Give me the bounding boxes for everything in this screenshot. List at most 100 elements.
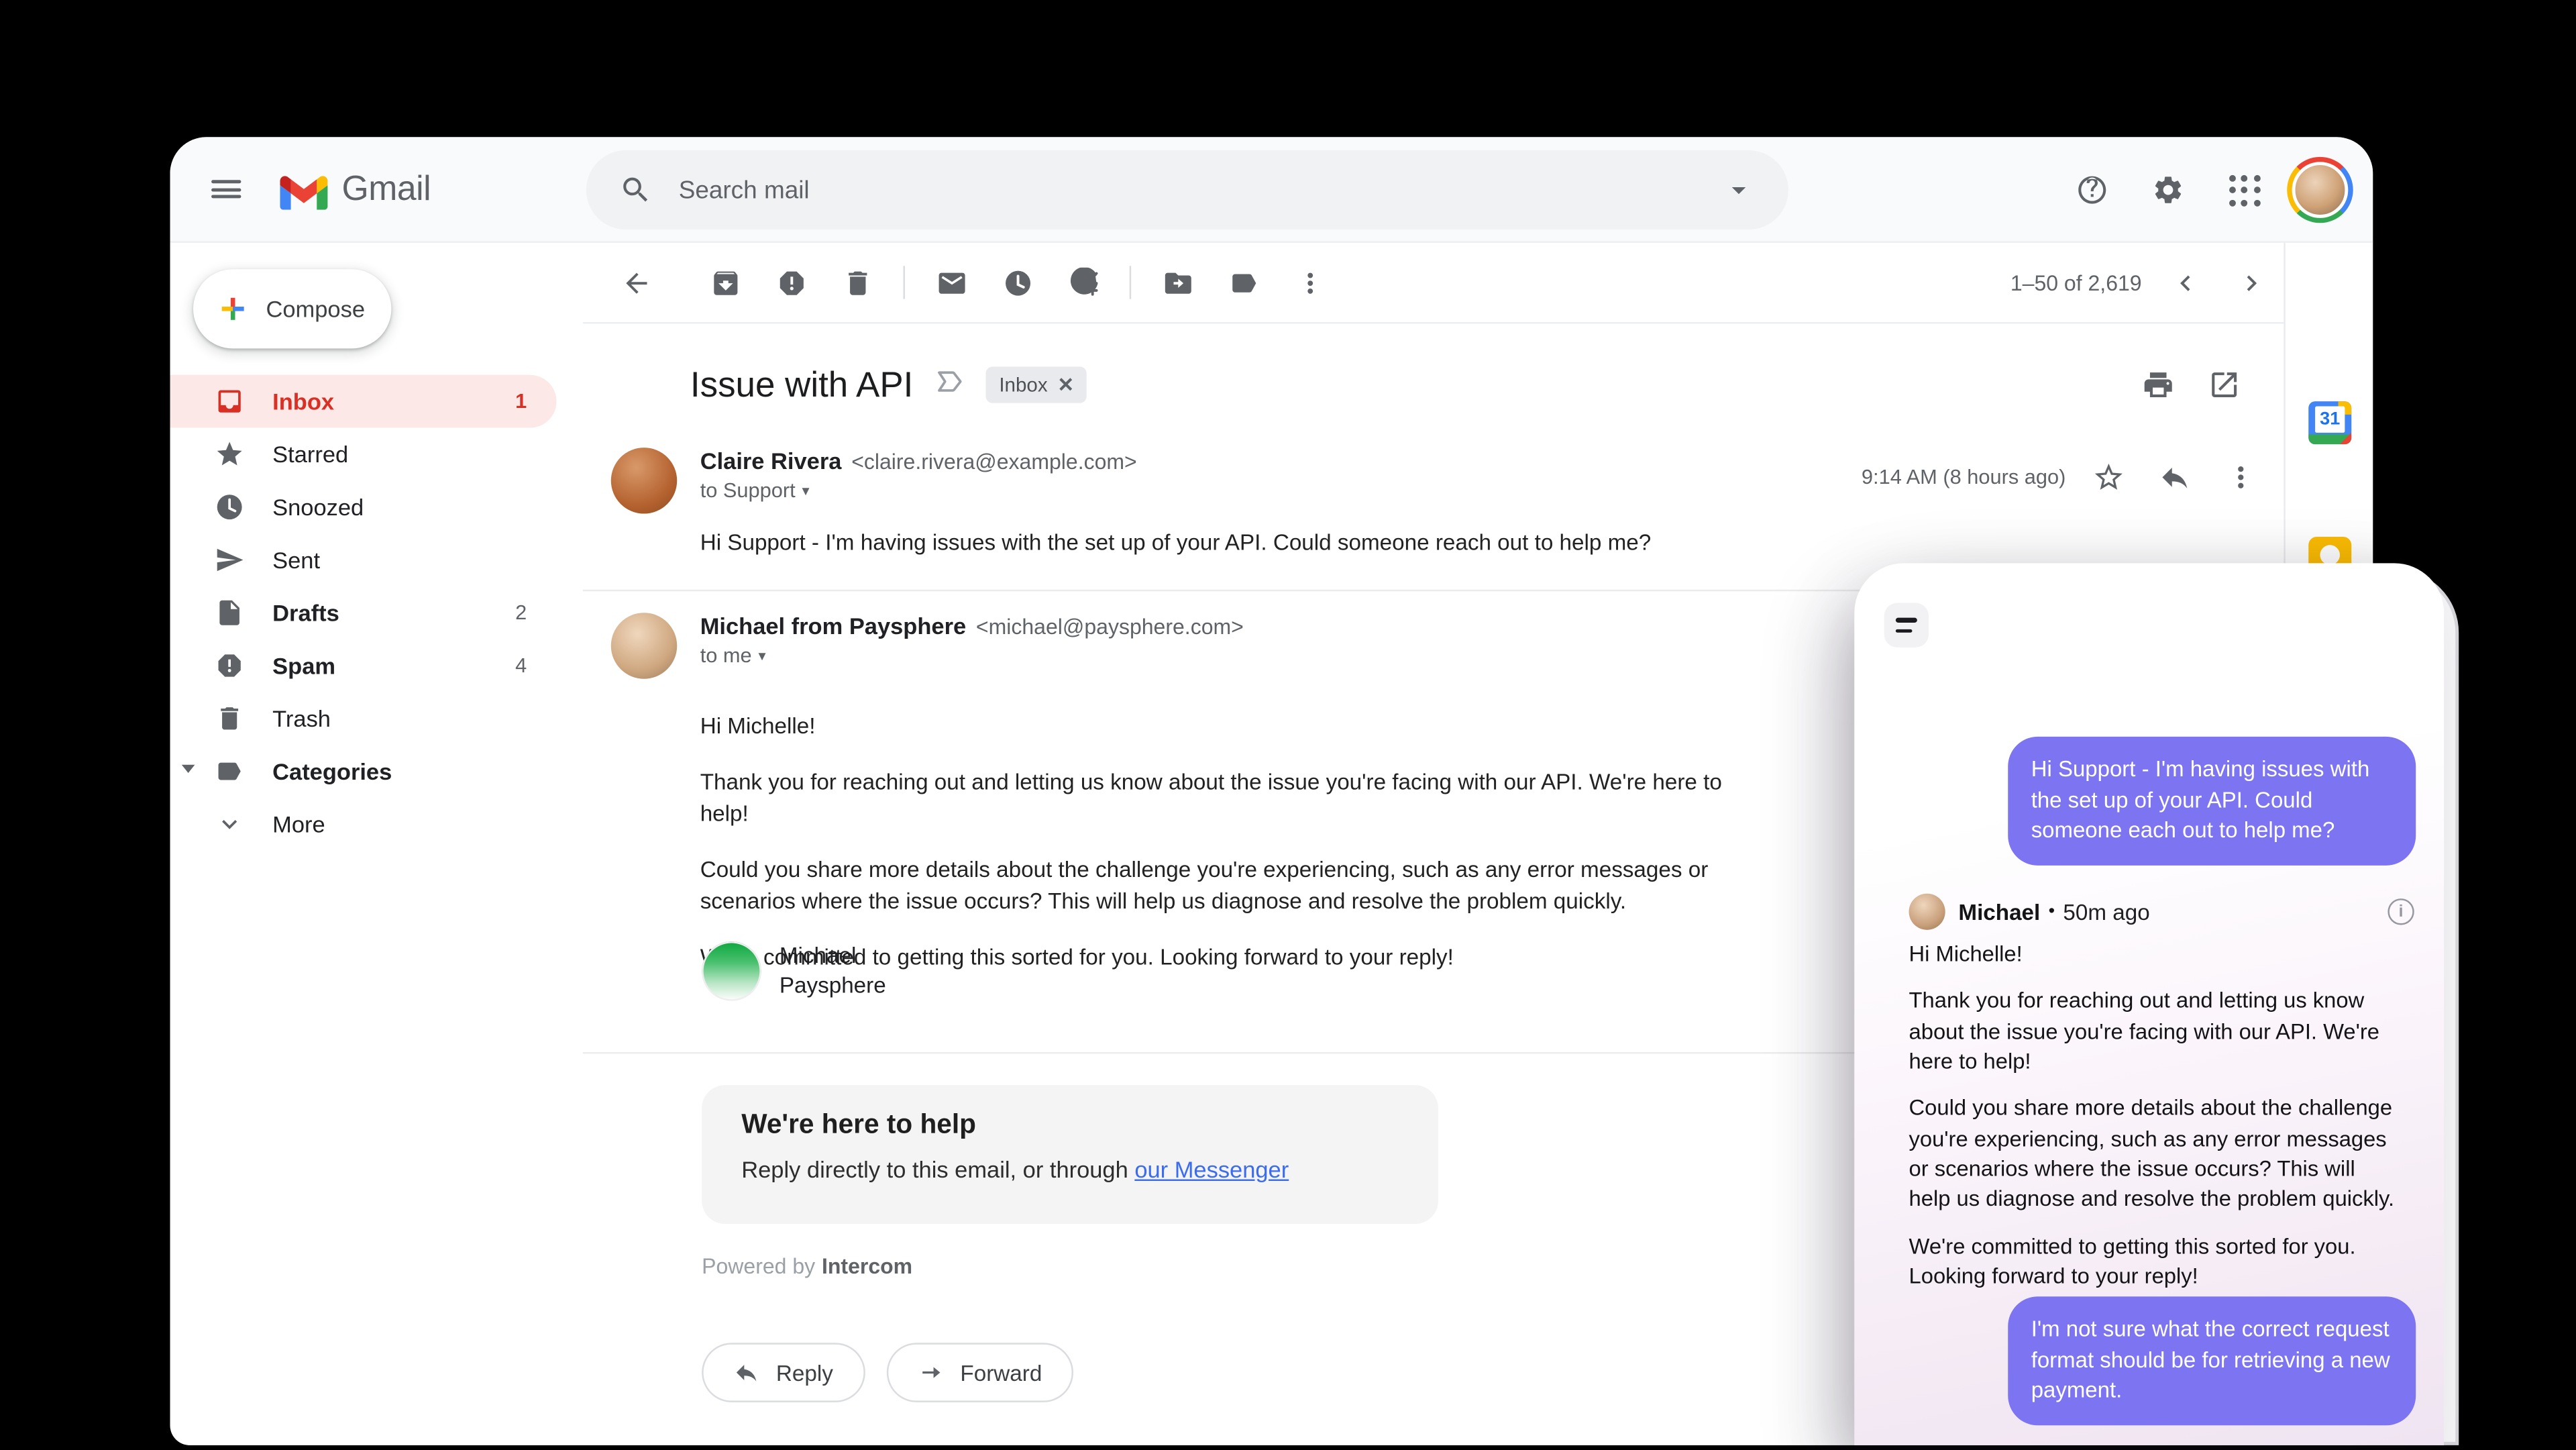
- help-box-body: Reply directly to this email, or through…: [741, 1156, 1399, 1182]
- compose-button[interactable]: Compose: [193, 269, 391, 348]
- remove-label-icon[interactable]: ✕: [1057, 373, 1074, 396]
- label-icon: [213, 755, 246, 788]
- compose-label: Compose: [266, 296, 365, 322]
- forward-button[interactable]: Forward: [886, 1343, 1073, 1402]
- message-body-claire: Hi Support - I'm having issues with the …: [700, 527, 1823, 559]
- older-chevron-icon[interactable]: [2218, 250, 2284, 315]
- header-actions: [2059, 157, 2353, 223]
- signature-company: Paysphere: [780, 972, 886, 1002]
- expand-caret-icon[interactable]: [182, 765, 195, 773]
- gmail-logo: Gmail: [279, 169, 431, 209]
- recipient-caret-icon: ▾: [758, 647, 765, 665]
- sidebar-item-more[interactable]: More: [170, 798, 557, 851]
- sidebar-item-trash[interactable]: Trash: [170, 692, 557, 745]
- user-avatar[interactable]: [2287, 157, 2353, 223]
- label-important-icon[interactable]: [933, 364, 966, 406]
- search-icon[interactable]: [602, 157, 668, 223]
- sidebar-item-spam[interactable]: Spam 4: [170, 639, 557, 692]
- add-task-icon[interactable]: [1051, 250, 1116, 315]
- help-icon[interactable]: [2059, 157, 2125, 223]
- drafts-count: 2: [515, 601, 527, 624]
- gmail-header: Gmail Search mail: [170, 137, 2373, 243]
- messenger-menu-icon[interactable]: [1884, 603, 1929, 647]
- agent-message-body: Hi Michelle! Thank you for reaching out …: [1909, 940, 2398, 1309]
- email-subject: Issue with API: [690, 364, 913, 406]
- agent-name: Michael: [1958, 899, 2040, 924]
- gmail-m-icon: [279, 169, 329, 209]
- compose-plus-icon: [219, 291, 246, 327]
- visitor-message-bubble: I'm not sure what the correct request fo…: [2008, 1296, 2416, 1425]
- clock-icon: [213, 490, 246, 523]
- message-header-claire: Claire Rivera <claire.rivera@example.com…: [700, 448, 1137, 502]
- send-icon: [213, 543, 246, 576]
- sidebar-item-sent[interactable]: Sent: [170, 533, 557, 586]
- reply-arrow-icon: [733, 1359, 759, 1386]
- signature-name: Michael: [780, 941, 886, 972]
- toolbar-divider: [1130, 266, 1131, 299]
- more-vert-icon[interactable]: [2208, 444, 2273, 510]
- sidebar-item-snoozed[interactable]: Snoozed: [170, 480, 557, 533]
- search-options-dropdown-icon[interactable]: [1706, 157, 1772, 223]
- mail-toolbar: 1–50 of 2,619: [583, 243, 2284, 324]
- settings-gear-icon[interactable]: [2135, 157, 2201, 223]
- print-icon[interactable]: [2125, 352, 2191, 417]
- recipient-caret-icon: ▾: [802, 482, 810, 500]
- sidebar-nav: Inbox 1 Starred Snoozed Sent Draft: [170, 375, 583, 851]
- main-menu-icon[interactable]: [193, 156, 259, 222]
- trash-icon: [213, 702, 246, 735]
- sender-name: Michael from Paysphere: [700, 613, 966, 639]
- sidebar-item-categories[interactable]: Categories: [170, 745, 557, 798]
- spam-count: 4: [515, 654, 527, 677]
- sidebar-item-starred[interactable]: Starred: [170, 428, 557, 481]
- reply-forward-row: Reply Forward: [702, 1343, 1073, 1402]
- toolbar-divider: [903, 266, 904, 299]
- newer-chevron-icon[interactable]: [2151, 250, 2217, 315]
- inbox-icon: [213, 385, 246, 418]
- visitor-message-bubble: Hi Support - I'm having issues with the …: [2008, 737, 2416, 865]
- help-box-title: We're here to help: [741, 1110, 1399, 1141]
- sidebar-item-inbox[interactable]: Inbox 1: [170, 375, 557, 428]
- sidebar: Compose Inbox 1 Starred Snoozed: [170, 243, 583, 1445]
- gmail-wordmark: Gmail: [342, 169, 431, 209]
- star-outline-icon[interactable]: [2076, 444, 2141, 510]
- calendar-icon[interactable]: 31: [2308, 401, 2351, 444]
- sender-email: <claire.rivera@example.com>: [851, 450, 1137, 474]
- pagination-count: 1–50 of 2,619: [2010, 270, 2142, 295]
- back-icon[interactable]: [602, 250, 668, 315]
- agent-message-header: Michael • 50m ago i: [1909, 892, 2414, 931]
- mark-unread-icon[interactable]: [918, 250, 984, 315]
- recipient-dropdown[interactable]: to me ▾: [700, 644, 1244, 667]
- powered-by: Powered byIntercom: [702, 1253, 912, 1278]
- reply-button[interactable]: Reply: [702, 1343, 865, 1402]
- sidebar-item-drafts[interactable]: Drafts 2: [170, 586, 557, 639]
- search-bar[interactable]: Search mail: [586, 150, 1788, 229]
- labels-icon[interactable]: [1210, 250, 1276, 315]
- intercom-brand: Intercom: [822, 1253, 912, 1278]
- search-input[interactable]: Search mail: [669, 176, 1706, 204]
- delete-icon[interactable]: [824, 250, 890, 315]
- sender-email: <michael@paysphere.com>: [976, 615, 1244, 639]
- apps-grid-icon[interactable]: [2211, 157, 2277, 223]
- star-icon: [213, 437, 246, 470]
- pagination: 1–50 of 2,619: [2010, 250, 2284, 315]
- email-signature: Michael Paysphere: [702, 941, 886, 1002]
- info-icon[interactable]: i: [2387, 898, 2414, 925]
- open-in-new-icon[interactable]: [2191, 352, 2257, 417]
- move-to-icon[interactable]: [1144, 250, 1210, 315]
- inbox-label-chip[interactable]: Inbox ✕: [986, 366, 1087, 403]
- sender-avatar-claire[interactable]: [611, 448, 677, 513]
- messenger-link[interactable]: our Messenger: [1134, 1156, 1289, 1182]
- archive-icon[interactable]: [692, 250, 757, 315]
- reply-icon[interactable]: [2142, 444, 2208, 510]
- help-box: We're here to help Reply directly to thi…: [702, 1085, 1438, 1224]
- spam-icon: [213, 649, 246, 682]
- message-header-michael: Michael from Paysphere <michael@payspher…: [700, 613, 1244, 667]
- more-options-icon[interactable]: [1277, 250, 1342, 315]
- recipient-dropdown[interactable]: to Support ▾: [700, 479, 1137, 502]
- subject-row: Issue with API Inbox ✕: [690, 357, 2257, 413]
- snooze-icon[interactable]: [984, 250, 1050, 315]
- messenger-widget: Hi Support - I'm having issues with the …: [1854, 563, 2444, 1445]
- report-spam-icon[interactable]: [758, 250, 824, 315]
- screen: Gmail Search mail: [0, 0, 2576, 1450]
- sender-avatar-michael[interactable]: [611, 613, 677, 678]
